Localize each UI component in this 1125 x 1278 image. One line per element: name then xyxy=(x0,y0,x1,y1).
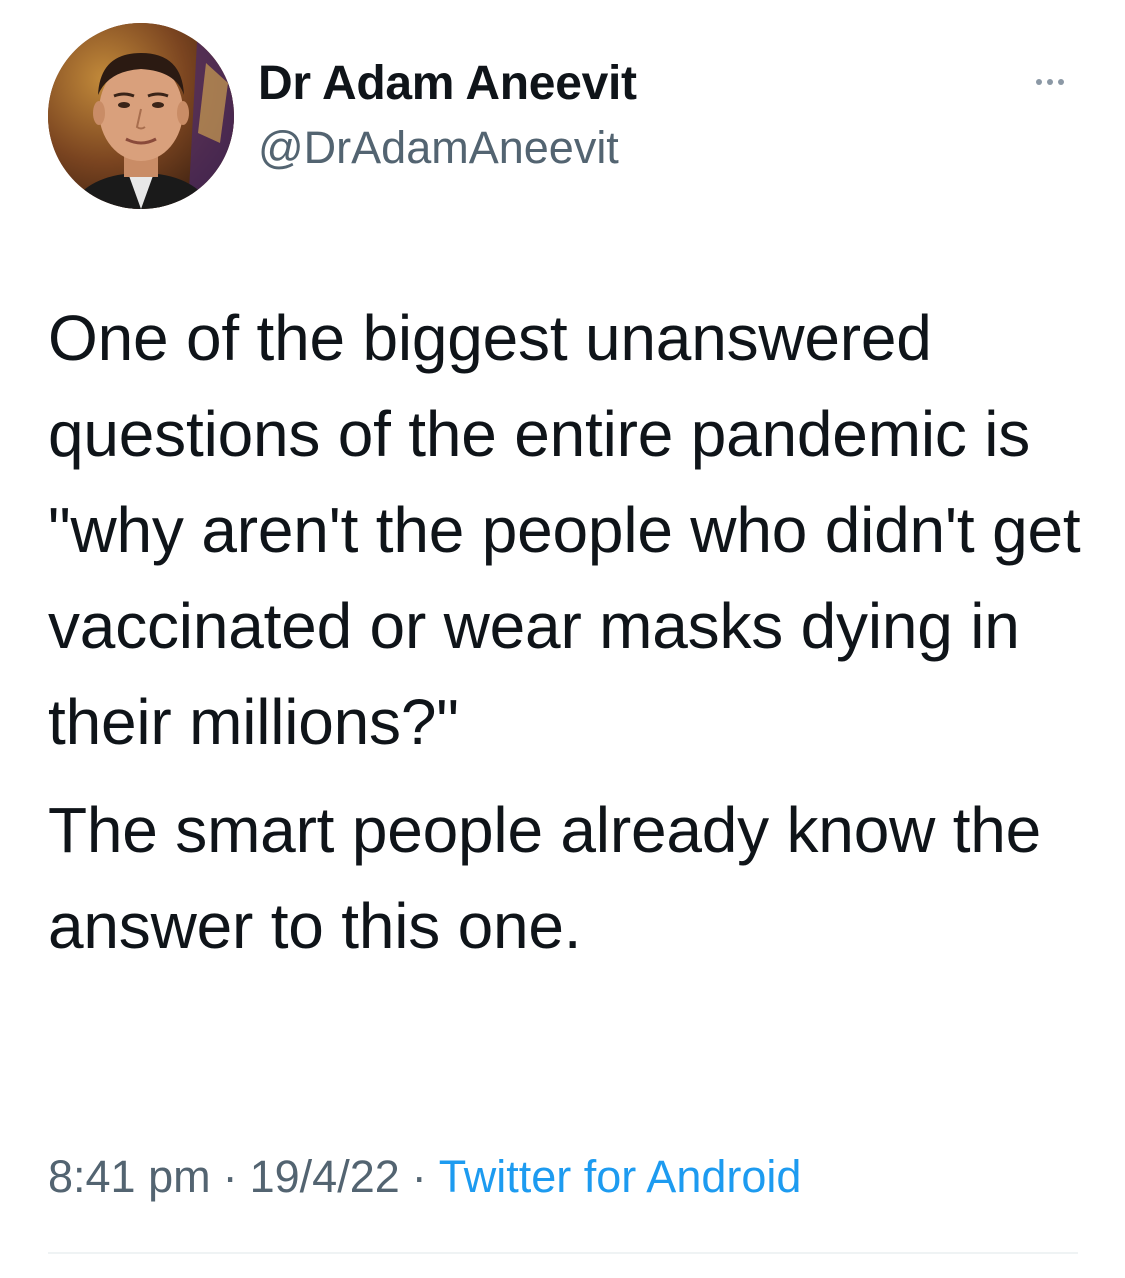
more-dot xyxy=(1036,79,1042,85)
author-handle[interactable]: @DrAdamAneevit xyxy=(258,121,619,175)
tweet-paragraph-1: One of the biggest unanswered questions … xyxy=(48,302,1081,758)
tweet-source-link[interactable]: Twitter for Android xyxy=(439,1151,802,1202)
tweet-text: One of the biggest unanswered questions … xyxy=(48,290,1088,974)
tweet-time[interactable]: 8:41 pm xyxy=(48,1151,211,1202)
meta-separator: · xyxy=(222,1151,238,1202)
avatar[interactable] xyxy=(48,23,234,209)
tweet: Dr Adam Aneevit @DrAdamAneevit One of th… xyxy=(0,0,1125,1278)
avatar-photo xyxy=(48,23,234,209)
tweet-metadata: 8:41 pm · 19/4/22 · Twitter for Android xyxy=(48,1149,801,1205)
more-options-icon[interactable] xyxy=(1020,62,1080,102)
tweet-date[interactable]: 19/4/22 xyxy=(250,1151,400,1202)
meta-separator: · xyxy=(411,1151,427,1202)
author-display-name[interactable]: Dr Adam Aneevit xyxy=(258,56,637,112)
more-dot xyxy=(1058,79,1064,85)
divider xyxy=(48,1252,1078,1254)
tweet-paragraph-2: The smart people already know the answer… xyxy=(48,794,1042,962)
more-dot xyxy=(1047,79,1053,85)
